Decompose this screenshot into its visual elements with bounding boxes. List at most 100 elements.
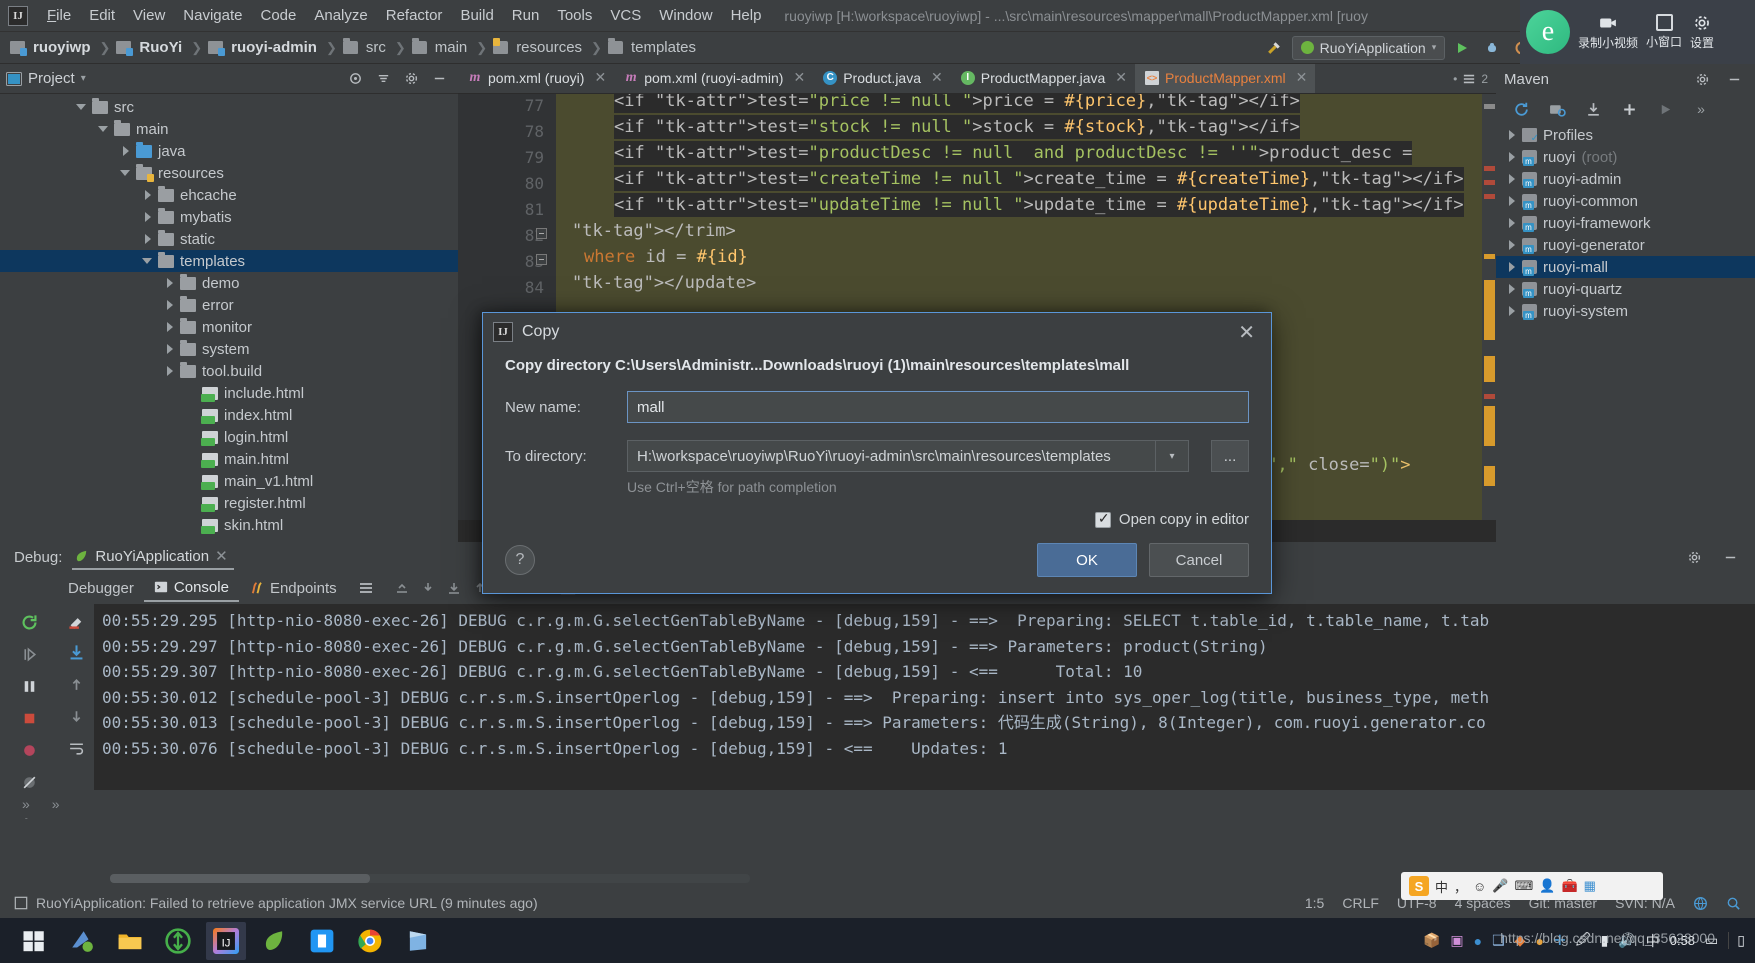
editor-tab-productmapper-java[interactable]: I ProductMapper.java ✕: [951, 64, 1135, 93]
mic-icon[interactable]: 🎤: [1492, 878, 1508, 894]
code-fold-icon[interactable]: [536, 228, 547, 239]
help-button[interactable]: ?: [505, 545, 535, 575]
menu-run[interactable]: Run: [503, 4, 549, 27]
down-icon[interactable]: [63, 704, 89, 728]
close-icon[interactable]: ✕: [1115, 69, 1127, 86]
comma-icon[interactable]: ，: [1454, 877, 1467, 896]
tree-item-resources[interactable]: resources: [0, 162, 458, 184]
tree-item-java[interactable]: java: [0, 140, 458, 162]
soft-wrap-icon[interactable]: [353, 576, 379, 600]
to-directory-combo[interactable]: ▾: [627, 440, 1189, 472]
chevron-right-icon[interactable]: [142, 189, 154, 201]
menu-view[interactable]: View: [124, 4, 174, 27]
code-line[interactable]: where id = #{id}: [584, 246, 748, 268]
tree-item-main-v1-html[interactable]: main_v1.html: [0, 470, 458, 492]
close-icon[interactable]: ✕: [1232, 320, 1261, 345]
chevron-down-icon[interactable]: ▾: [81, 73, 86, 84]
sogou-ime-toolbar[interactable]: S 中 ， ☺ 🎤 ⌨ 👤 🧰 ▦: [1401, 872, 1663, 900]
maven-item-ruoyi-generator[interactable]: ruoyi-generator: [1496, 234, 1755, 256]
up-icon[interactable]: [63, 672, 89, 696]
console-log-line[interactable]: 00:55:29.297 [http-nio-8080-exec-26] DEB…: [94, 634, 1755, 660]
menu-analyze[interactable]: Analyze: [305, 4, 376, 27]
settings-button[interactable]: 设置: [1690, 14, 1714, 51]
menu-refactor[interactable]: Refactor: [377, 4, 452, 27]
maven-projects-tree[interactable]: Profiles ruoyi (root) ruoyi-admin ruoyi-comm…: [1496, 124, 1755, 542]
tree-item-login-html[interactable]: login.html: [0, 426, 458, 448]
code-line[interactable]: <if "tk-attr">test="productDesc != null …: [614, 141, 1413, 165]
tab-debugger[interactable]: Debugger: [58, 576, 144, 601]
hide-panel-icon[interactable]: [426, 67, 452, 91]
maven-run-icon[interactable]: [1652, 97, 1678, 121]
build-hammer-icon[interactable]: [1262, 36, 1288, 60]
close-icon[interactable]: ✕: [793, 69, 805, 86]
menu-window[interactable]: Window: [650, 4, 721, 27]
chevron-down-icon[interactable]: [76, 101, 88, 113]
package-icon[interactable]: 📦: [1423, 932, 1440, 949]
menu-help[interactable]: Help: [722, 4, 771, 27]
chevron-right-icon[interactable]: [142, 233, 154, 245]
stop-program-icon[interactable]: [16, 706, 42, 730]
chrome-icon[interactable]: [350, 922, 390, 960]
chevron-right-icon[interactable]: [1506, 283, 1518, 295]
tree-item-ehcache[interactable]: ehcache: [0, 184, 458, 206]
editor-tab-pom-xml--ruoyi-admin-[interactable]: m pom.xml (ruoyi-admin) ✕: [614, 64, 813, 93]
blue-circle-icon[interactable]: ●: [1474, 933, 1482, 949]
open-copy-checkbox[interactable]: [1094, 510, 1111, 528]
navicat-green-icon[interactable]: [158, 922, 198, 960]
caret-position[interactable]: 1:5: [1305, 895, 1324, 911]
expand-left-icon[interactable]: »: [22, 796, 30, 812]
maven-settings-gear-icon[interactable]: [1689, 67, 1715, 91]
chevron-down-icon[interactable]: [98, 123, 110, 135]
chevron-right-icon[interactable]: [164, 299, 176, 311]
editor-tab-product-java[interactable]: C Product.java ✕: [813, 64, 951, 93]
globe-icon[interactable]: [1693, 896, 1708, 911]
locate-file-icon[interactable]: [342, 67, 368, 91]
file-explorer-icon[interactable]: [110, 922, 150, 960]
maven-item-ruoyi-framework[interactable]: ruoyi-framework: [1496, 212, 1755, 234]
browse-button[interactable]: ...: [1211, 440, 1249, 472]
tree-item-monitor[interactable]: monitor: [0, 316, 458, 338]
store-icon[interactable]: [398, 922, 438, 960]
tree-item-mybatis[interactable]: mybatis: [0, 206, 458, 228]
chevron-right-icon[interactable]: [1506, 129, 1518, 141]
chevron-right-icon[interactable]: [1506, 305, 1518, 317]
code-line[interactable]: <if "tk-attr">test="price != null ">pric…: [614, 94, 1300, 113]
maven-reload-icon[interactable]: [1508, 97, 1534, 121]
breadcrumb-src[interactable]: src ❯: [342, 38, 412, 56]
tree-item-error[interactable]: error: [0, 294, 458, 316]
debug-button[interactable]: [1479, 36, 1505, 60]
grid-icon[interactable]: ▦: [1584, 878, 1596, 894]
line-separator[interactable]: CRLF: [1342, 895, 1379, 911]
keyboard-icon[interactable]: ⌨: [1515, 878, 1534, 894]
breadcrumb-templates[interactable]: templates: [607, 38, 699, 56]
small-window-button[interactable]: 小窗口: [1646, 14, 1682, 50]
chevron-right-icon[interactable]: [1506, 151, 1518, 163]
chevron-right-icon[interactable]: [1506, 195, 1518, 207]
console-log-line[interactable]: 00:55:29.307 [http-nio-8080-exec-26] DEB…: [94, 659, 1755, 685]
breadcrumb-ruoyi-admin[interactable]: ruoyi-admin ❯: [208, 39, 343, 56]
debug-console-output[interactable]: 00:55:29.295 [http-nio-8080-exec-26] DEB…: [94, 604, 1755, 790]
chevron-right-icon[interactable]: [164, 343, 176, 355]
tree-item-tool-build[interactable]: tool.build: [0, 360, 458, 382]
debug-session-tab[interactable]: RuoYiApplication ✕: [72, 544, 234, 570]
chevron-down-icon[interactable]: ▾: [1155, 440, 1189, 472]
maven-generate-sources-icon[interactable]: [1544, 97, 1570, 121]
console-log-line[interactable]: 00:55:30.012 [schedule-pool-3] DEBUG c.r…: [94, 685, 1755, 711]
debug-hide-panel-icon[interactable]: [1717, 545, 1743, 569]
view-breakpoints-icon[interactable]: [16, 738, 42, 762]
pause-program-icon[interactable]: [16, 642, 42, 666]
chevron-down-icon[interactable]: [142, 255, 154, 267]
status-message[interactable]: RuoYiApplication: Failed to retrieve app…: [36, 895, 538, 911]
chevron-right-icon[interactable]: [1506, 217, 1518, 229]
chevron-right-icon[interactable]: [164, 365, 176, 377]
chevron-right-icon[interactable]: [1506, 173, 1518, 185]
code-line[interactable]: <if "tk-attr">test="updateTime != null "…: [614, 193, 1464, 217]
maven-item-profiles[interactable]: Profiles: [1496, 124, 1755, 146]
tree-item-static[interactable]: static: [0, 228, 458, 250]
maven-hide-panel-icon[interactable]: [1721, 67, 1747, 91]
smiley-icon[interactable]: ☺: [1473, 879, 1486, 894]
chevron-right-icon[interactable]: [164, 321, 176, 333]
menu-edit[interactable]: Edit: [80, 4, 124, 27]
scroll-down-icon[interactable]: [415, 576, 441, 600]
scroll-to-end-side-icon[interactable]: [63, 640, 89, 664]
